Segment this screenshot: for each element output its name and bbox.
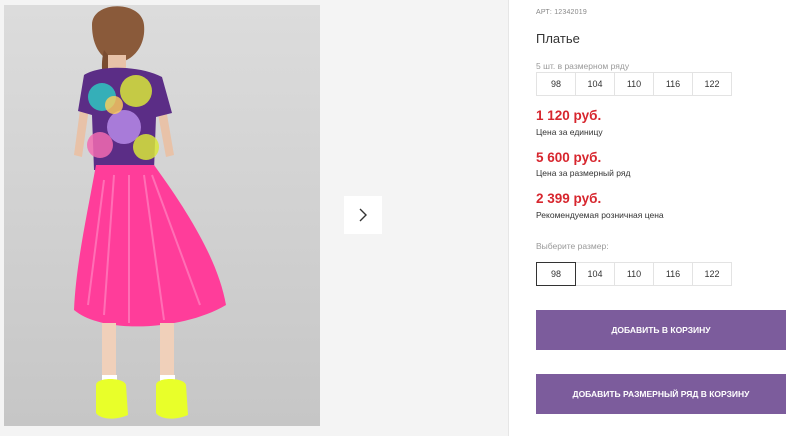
add-to-cart-button[interactable]: ДОБАВИТЬ В КОРЗИНУ: [536, 310, 786, 350]
size-option[interactable]: 104: [575, 262, 615, 286]
size-set-item: 116: [653, 72, 693, 96]
product-title: Платье: [536, 31, 580, 46]
size-option-selected[interactable]: 98: [536, 262, 576, 286]
size-set-item: 110: [614, 72, 654, 96]
size-set-item: 98: [536, 72, 576, 96]
size-option[interactable]: 122: [692, 262, 732, 286]
product-sku: АРТ: 12342019: [536, 9, 587, 16]
size-option[interactable]: 110: [614, 262, 654, 286]
price-set: 5 600 руб.: [536, 150, 602, 165]
product-photo: [4, 5, 320, 426]
size-set-item: 104: [575, 72, 615, 96]
price-retail: 2 399 руб.: [536, 191, 602, 206]
size-set-caption: 5 шт. в размерном ряду: [536, 61, 630, 71]
price-unit-caption: Цена за единицу: [536, 127, 603, 137]
price-unit: 1 120 руб.: [536, 108, 602, 123]
product-gallery: [0, 0, 508, 436]
price-retail-caption: Рекомендуемая розничная цена: [536, 210, 664, 220]
gallery-next-button[interactable]: [344, 196, 382, 234]
size-set-list: 98 104 110 116 122: [536, 72, 732, 96]
choose-size-label: Выберите размер:: [536, 241, 609, 251]
add-size-set-to-cart-button[interactable]: ДОБАВИТЬ РАЗМЕРНЫЙ РЯД В КОРЗИНУ: [536, 374, 786, 414]
panel-divider: [508, 0, 509, 436]
chevron-right-icon: [359, 208, 367, 222]
size-selector: 98 104 110 116 122: [536, 262, 732, 286]
price-set-caption: Цена за размерный ряд: [536, 168, 631, 178]
size-set-item: 122: [692, 72, 732, 96]
size-option[interactable]: 116: [653, 262, 693, 286]
girl-in-dress-image: [74, 6, 226, 419]
